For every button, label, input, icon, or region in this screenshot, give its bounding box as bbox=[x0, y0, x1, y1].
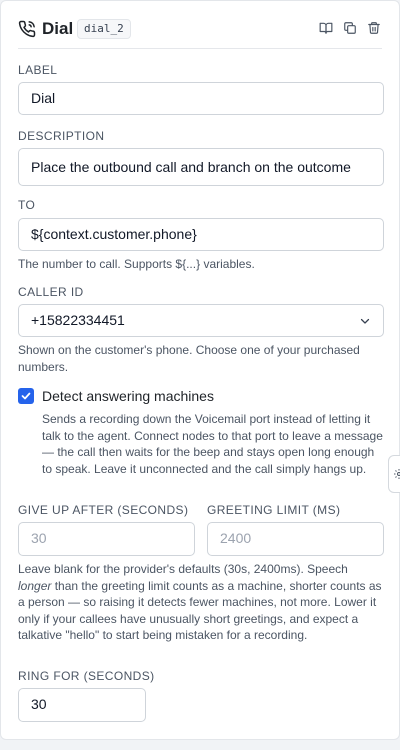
timing-help-part2: than the greeting limit counts as a mach… bbox=[18, 578, 382, 643]
label-field-label: LABEL bbox=[18, 63, 58, 77]
to-field-label: TO bbox=[18, 198, 36, 212]
description-input[interactable]: Place the outbound call and branch on th… bbox=[18, 148, 384, 186]
label-input[interactable]: Dial bbox=[18, 82, 384, 115]
copy-icon bbox=[344, 22, 356, 34]
node-id-badge: dial_2 bbox=[77, 19, 131, 39]
checkmark-icon bbox=[21, 392, 31, 400]
timing-help-emphasis: longer bbox=[18, 578, 52, 593]
caller-id-value: +15822334451 bbox=[31, 312, 125, 328]
caller-id-field-label: CALLER ID bbox=[18, 285, 84, 299]
caller-id-select[interactable]: +15822334451 bbox=[18, 304, 384, 337]
greeting-limit-placeholder: 2400 bbox=[220, 530, 252, 546]
greeting-limit-input[interactable]: 2400 bbox=[207, 522, 384, 556]
timing-help-text: Leave blank for the provider's defaults … bbox=[18, 561, 384, 644]
duplicate-button[interactable] bbox=[342, 20, 358, 36]
trash-icon bbox=[368, 22, 380, 34]
book-icon bbox=[319, 22, 333, 34]
delete-button[interactable] bbox=[366, 20, 382, 36]
gear-icon bbox=[394, 469, 400, 479]
description-field-label: DESCRIPTION bbox=[18, 129, 105, 143]
node-title: Dial bbox=[42, 19, 74, 38]
timing-help-part1: Leave blank for the provider's defaults … bbox=[18, 562, 348, 576]
ring-for-field-label: RING FOR (SECONDS) bbox=[18, 669, 155, 683]
greeting-limit-field-label: GREETING LIMIT (MS) bbox=[207, 503, 341, 517]
caller-id-help-text: Shown on the customer's phone. Choose on… bbox=[18, 343, 360, 374]
docs-button[interactable] bbox=[318, 20, 334, 36]
give-up-after-field-label: GIVE UP AFTER (SECONDS) bbox=[18, 503, 189, 517]
detect-machines-help-text: Sends a recording down the Voicemail por… bbox=[42, 412, 383, 476]
panel-header: Dial dial_2 bbox=[18, 9, 382, 49]
chevron-down-icon bbox=[360, 318, 370, 324]
phone-call-icon bbox=[18, 20, 36, 38]
node-settings-panel: Dial dial_2 LABEL Dial DESCRIPTION Place… bbox=[0, 0, 400, 740]
give-up-after-input[interactable]: 30 bbox=[18, 522, 195, 556]
ring-for-input[interactable]: 30 bbox=[18, 688, 146, 722]
to-input[interactable]: ${context.customer.phone} bbox=[18, 218, 384, 251]
panel-side-handle[interactable] bbox=[388, 455, 400, 493]
detect-machines-label[interactable]: Detect answering machines bbox=[42, 388, 214, 404]
to-help-text: The number to call. Supports ${...} vari… bbox=[18, 257, 255, 271]
give-up-after-placeholder: 30 bbox=[31, 530, 47, 546]
detect-machines-checkbox[interactable] bbox=[18, 388, 34, 404]
